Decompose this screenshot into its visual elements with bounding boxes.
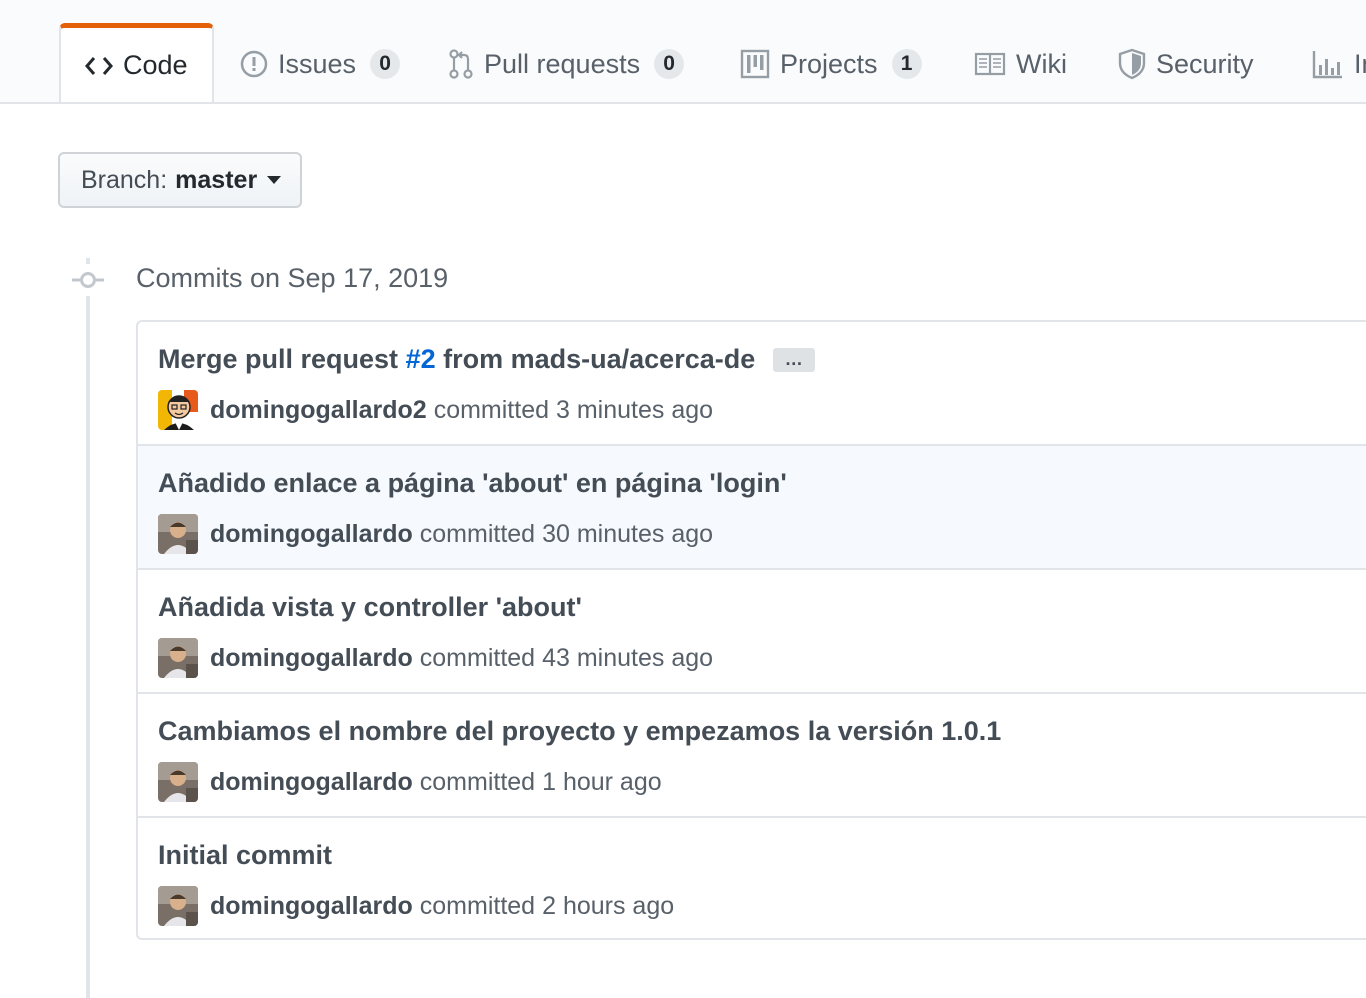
commit-author[interactable]: domingogallardo2 [210, 396, 427, 425]
tab-label: Issues [278, 48, 357, 79]
commit-item: Cambiamos el nombre del proyecto y empez… [138, 694, 1366, 818]
tab-label: Security [1156, 48, 1254, 79]
commit-meta: domingogallardo committed 30 minutes ago [158, 514, 713, 554]
commit-author[interactable]: domingogallardo [210, 520, 413, 549]
tab-label: Wiki [1016, 48, 1067, 79]
commit-time: 43 minutes ago [542, 643, 714, 672]
pull-request-link[interactable]: #2 [406, 344, 436, 374]
commit-time: 30 minutes ago [542, 519, 714, 548]
tab-label: Projects [780, 48, 878, 79]
commit-verb: committed [419, 643, 536, 672]
commit-title[interactable]: Initial commit [158, 840, 332, 871]
repo-nav-tabs: Code Issues 0 Pull requests 0 Projects 1… [0, 0, 1366, 104]
tab-pull-requests[interactable]: Pull requests 0 [448, 26, 685, 102]
commit-time: 3 minutes ago [556, 395, 714, 424]
commit-author[interactable]: domingogallardo [210, 644, 413, 673]
branch-name: master [175, 165, 258, 194]
commit-title[interactable]: Añadido enlace a página 'about' en págin… [158, 468, 787, 499]
tab-issues[interactable]: Issues 0 [240, 26, 401, 102]
caret-down-icon [267, 176, 282, 184]
commit-title[interactable]: Añadida vista y controller 'about' [158, 592, 582, 623]
commit-title-text: Merge pull request [158, 344, 406, 374]
avatar[interactable] [158, 390, 198, 430]
tab-code[interactable]: Code [59, 23, 214, 102]
git-pull-request-icon [448, 49, 474, 79]
commit-item: Initial commit domingogallardo committed… [138, 818, 1366, 938]
issues-counter: 0 [370, 49, 401, 79]
avatar[interactable] [158, 886, 198, 926]
commit-title-text: Initial commit [158, 840, 333, 870]
projects-counter: 1 [891, 49, 922, 79]
tab-label: Pull requests [484, 48, 641, 79]
avatar[interactable] [158, 762, 198, 802]
commit-author[interactable]: domingogallardo [210, 892, 413, 921]
commit-list: Merge pull request #2 from mads-ua/acerc… [136, 320, 1366, 940]
code-icon [85, 54, 113, 78]
commit-item: Añadido enlace a página 'about' en págin… [138, 446, 1366, 570]
tab-projects[interactable]: Projects 1 [740, 26, 922, 102]
commit-verb: committed [419, 767, 536, 796]
avatar[interactable] [158, 514, 198, 554]
git-commit-icon [72, 264, 104, 296]
book-icon [974, 51, 1006, 77]
shield-icon [1118, 48, 1146, 80]
commit-meta: domingogallardo2 committed 3 minutes ago [158, 390, 713, 430]
branch-select-button[interactable]: Branch: master [58, 152, 302, 208]
commit-day-heading: Commits on Sep 17, 2019 [136, 263, 449, 293]
commit-author[interactable]: domingogallardo [210, 768, 413, 797]
commit-meta: domingogallardo committed 43 minutes ago [158, 638, 713, 678]
commit-item: Añadida vista y controller 'about' domin… [138, 570, 1366, 694]
commit-verb: committed [433, 395, 549, 424]
issue-opened-icon [240, 50, 268, 78]
commit-item: Merge pull request #2 from mads-ua/acerc… [138, 322, 1366, 446]
commit-verb: committed [419, 891, 536, 920]
graph-icon [1312, 49, 1344, 79]
commit-time: 2 hours ago [542, 891, 675, 920]
commit-title-text: Añadida vista y controller 'about' [158, 592, 582, 622]
tab-wiki[interactable]: Wiki [974, 26, 1067, 102]
expand-message-button[interactable]: … [773, 347, 816, 372]
tab-label: Code [123, 50, 188, 80]
tab-security[interactable]: Security [1118, 26, 1254, 102]
commit-meta: domingogallardo committed 1 hour ago [158, 762, 662, 802]
project-icon [740, 49, 770, 79]
commit-verb: committed [419, 519, 536, 548]
commit-title-suffix: from mads-ua/acerca-de [435, 344, 756, 374]
timeline-line [86, 258, 90, 998]
commit-meta: domingogallardo committed 2 hours ago [158, 886, 674, 926]
commit-title-text: Cambiamos el nombre del proyecto y empez… [158, 716, 1002, 746]
avatar[interactable] [158, 638, 198, 678]
commit-title-text: Añadido enlace a página 'about' en págin… [158, 468, 787, 498]
commit-title[interactable]: Cambiamos el nombre del proyecto y empez… [158, 716, 1001, 747]
pull-requests-counter: 0 [654, 49, 685, 79]
commit-title[interactable]: Merge pull request #2 from mads-ua/acerc… [158, 344, 816, 375]
branch-prefix: Branch: [81, 165, 168, 194]
tab-label: In [1354, 48, 1366, 79]
commit-time: 1 hour ago [542, 767, 662, 796]
tab-insights[interactable]: In [1312, 26, 1366, 102]
